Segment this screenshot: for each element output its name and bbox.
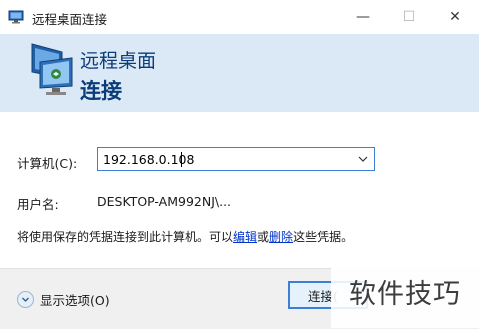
show-options-label: 显示选项(O) <box>40 293 110 308</box>
delete-credentials-link[interactable]: 删除 <box>269 230 293 244</box>
minimize-icon: — <box>356 9 370 25</box>
remote-desktop-logo <box>31 43 73 95</box>
username-value: DESKTOP-AM992NJ\... <box>97 194 232 209</box>
computer-input[interactable]: 192.168.0.108 <box>97 147 375 171</box>
watermark: 软件技巧 <box>331 255 479 328</box>
remote-desktop-icon <box>8 10 24 24</box>
maximize-button[interactable]: ☐ <box>386 0 432 34</box>
remote-desktop-window: 远程桌面连接 — ☐ ✕ 远程桌面 连接 计算机(C): 192.168.0.1… <box>0 0 479 329</box>
minimize-button[interactable]: — <box>340 0 386 34</box>
edit-credentials-link[interactable]: 编辑 <box>233 230 257 244</box>
title-bar: 远程桌面连接 — ☐ ✕ <box>0 0 479 34</box>
notice-middle: 或 <box>257 230 270 244</box>
close-button[interactable]: ✕ <box>432 0 478 34</box>
window-title: 远程桌面连接 <box>32 12 108 27</box>
chevron-down-icon[interactable] <box>357 153 369 165</box>
notice-suffix: 这些凭据。 <box>293 230 354 244</box>
close-icon: ✕ <box>449 9 461 25</box>
show-options-toggle[interactable]: 显示选项(O) <box>17 290 110 309</box>
header-title-line2: 连接 <box>80 79 122 103</box>
maximize-icon: ☐ <box>402 9 416 25</box>
text-caret <box>181 152 182 167</box>
notice-prefix: 将使用保存的凭据连接到此计算机。可以 <box>17 230 234 244</box>
header-title-line1: 远程桌面 <box>80 50 157 72</box>
computer-label: 计算机(C): <box>17 156 78 171</box>
header-banner: 远程桌面 连接 <box>0 34 479 112</box>
chevron-down-circle-icon <box>17 291 34 308</box>
credentials-notice: 将使用保存的凭据连接到此计算机。可以编辑或删除这些凭据。 <box>17 228 353 245</box>
username-label: 用户名: <box>17 197 59 212</box>
